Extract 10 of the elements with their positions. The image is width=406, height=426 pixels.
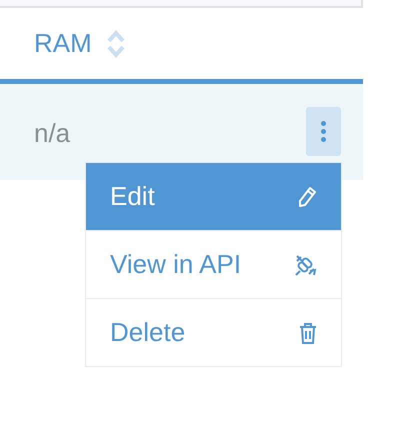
sort-icon[interactable] xyxy=(106,28,126,58)
more-button[interactable] xyxy=(306,107,341,156)
pencil-icon xyxy=(297,186,317,208)
table-cell-text: n/a xyxy=(34,117,70,150)
trash-icon xyxy=(299,322,317,344)
menu-item[interactable]: View in API xyxy=(86,231,341,298)
menu-item[interactable]: Edit xyxy=(86,163,341,230)
chain-link-icon xyxy=(293,252,317,276)
column-header[interactable]: RAM xyxy=(34,24,92,63)
menu-item[interactable]: Delete xyxy=(86,299,341,366)
